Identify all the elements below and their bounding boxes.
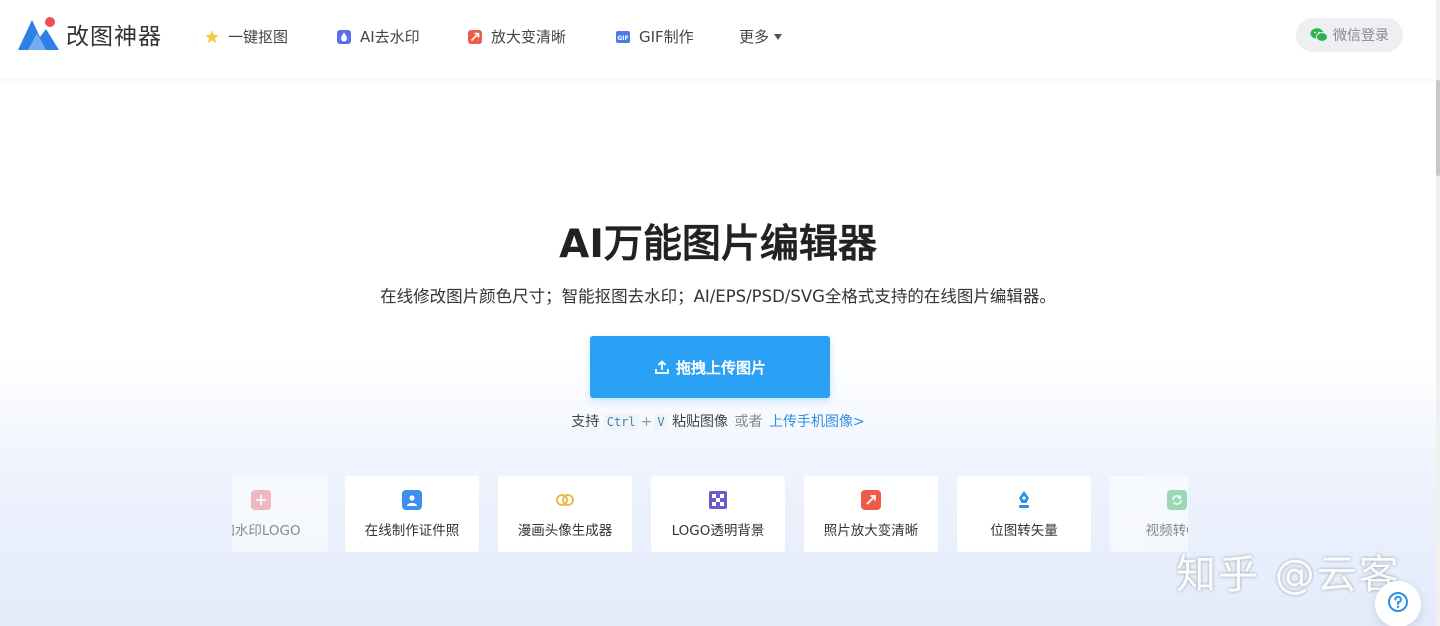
nav-label: GIF制作 [639,28,694,46]
page-title: AI万能图片编辑器 [559,222,877,267]
id-photo-icon [402,489,422,510]
upload-icon [654,359,670,375]
nav-label: 更多 [739,28,770,46]
nav-item-gif[interactable]: GIF GIF制作 [615,26,694,47]
nav-item-cutout[interactable]: 一键抠图 [204,26,288,47]
enlarge-icon [861,489,881,510]
paste-suffix: 粘贴图像 [672,414,729,430]
or-text: 或者 [734,414,763,430]
tool-card-bitmap-vector[interactable]: 位图转矢量 [957,476,1091,552]
cartoon-avatar-icon [555,490,575,510]
zhihu-watermark: 知乎 @云客 [1176,552,1401,598]
nav-label: 放大变清晰 [491,28,567,46]
tool-label: 漫画头像生成器 [517,522,613,539]
tool-card-cartoon-avatar[interactable]: 漫画头像生成器 [498,476,632,552]
key-v: V [654,414,668,430]
enlarge-icon [467,29,483,45]
plus-icon [251,489,271,510]
pen-nib-icon [1014,490,1034,510]
tool-label: 位图转矢量 [990,522,1058,539]
nav-item-remove-watermark[interactable]: AI去水印 [336,26,420,47]
tool-label: 在线制作证件照 [364,522,460,539]
svg-text:GIF: GIF [617,35,628,42]
tool-label: 照片放大变清晰 [823,522,919,539]
top-header: 改图神器 一键抠图 AI去水印 放大变清晰 GIF GIF制作 更多 微信登录 [0,0,1436,78]
nav-label: AI去水印 [360,28,420,46]
upload-label: 拖拽上传图片 [675,358,766,377]
gif-icon: GIF [615,29,631,45]
chevron-down-icon [774,33,783,40]
tool-card-logo-transparent[interactable]: LOGO透明背景 [651,476,785,552]
help-button[interactable] [1375,581,1421,626]
tool-card-id-photo[interactable]: 在线制作证件照 [345,476,479,552]
brand-name: 改图神器 [66,24,162,50]
nav-item-enlarge[interactable]: 放大变清晰 [467,26,566,47]
star-icon [204,29,220,45]
logo-icon [18,17,60,51]
upload-mobile-link[interactable]: 上传手机图像> [769,414,865,430]
tool-cards-carousel: 加水印LOGO 在线制作证件照 漫画头像生成器 LOGO透明背景 照片放大变清晰… [232,476,1188,552]
wechat-icon [1310,27,1328,43]
brand-logo[interactable]: 改图神器 [18,17,162,51]
paste-prefix: 支持 [571,414,600,430]
page-subtitle: 在线修改图片颜色尺寸；智能抠图去水印；AI/EPS/PSD/SVG全格式支持的在… [380,287,1056,306]
tool-card-photo-enlarge[interactable]: 照片放大变清晰 [804,476,938,552]
tool-card-watermark-logo[interactable]: 加水印LOGO [232,476,328,552]
help-icon [1387,591,1409,617]
droplet-icon [336,29,352,45]
tool-label: LOGO透明背景 [671,522,765,539]
checkerboard-icon [708,490,728,510]
tool-label: 视频转GIF [1145,522,1188,539]
key-ctrl: Ctrl [603,414,639,430]
tool-card-video-gif[interactable]: 视频转GIF [1110,476,1188,552]
page-scrollbar[interactable] [1436,0,1440,626]
login-label: 微信登录 [1333,28,1389,44]
video-gif-icon [1167,489,1187,510]
paste-hint: 支持 Ctrl + V 粘贴图像 或者 上传手机图像> [0,411,1436,431]
nav-item-more[interactable]: 更多 [739,26,783,47]
scrollbar-thumb[interactable] [1436,80,1440,176]
upload-image-button[interactable]: 拖拽上传图片 [590,336,830,398]
nav-label: 一键抠图 [228,28,289,46]
key-plus: + [640,414,653,430]
wechat-login-button[interactable]: 微信登录 [1296,18,1403,52]
tool-label: 加水印LOGO [232,522,301,539]
